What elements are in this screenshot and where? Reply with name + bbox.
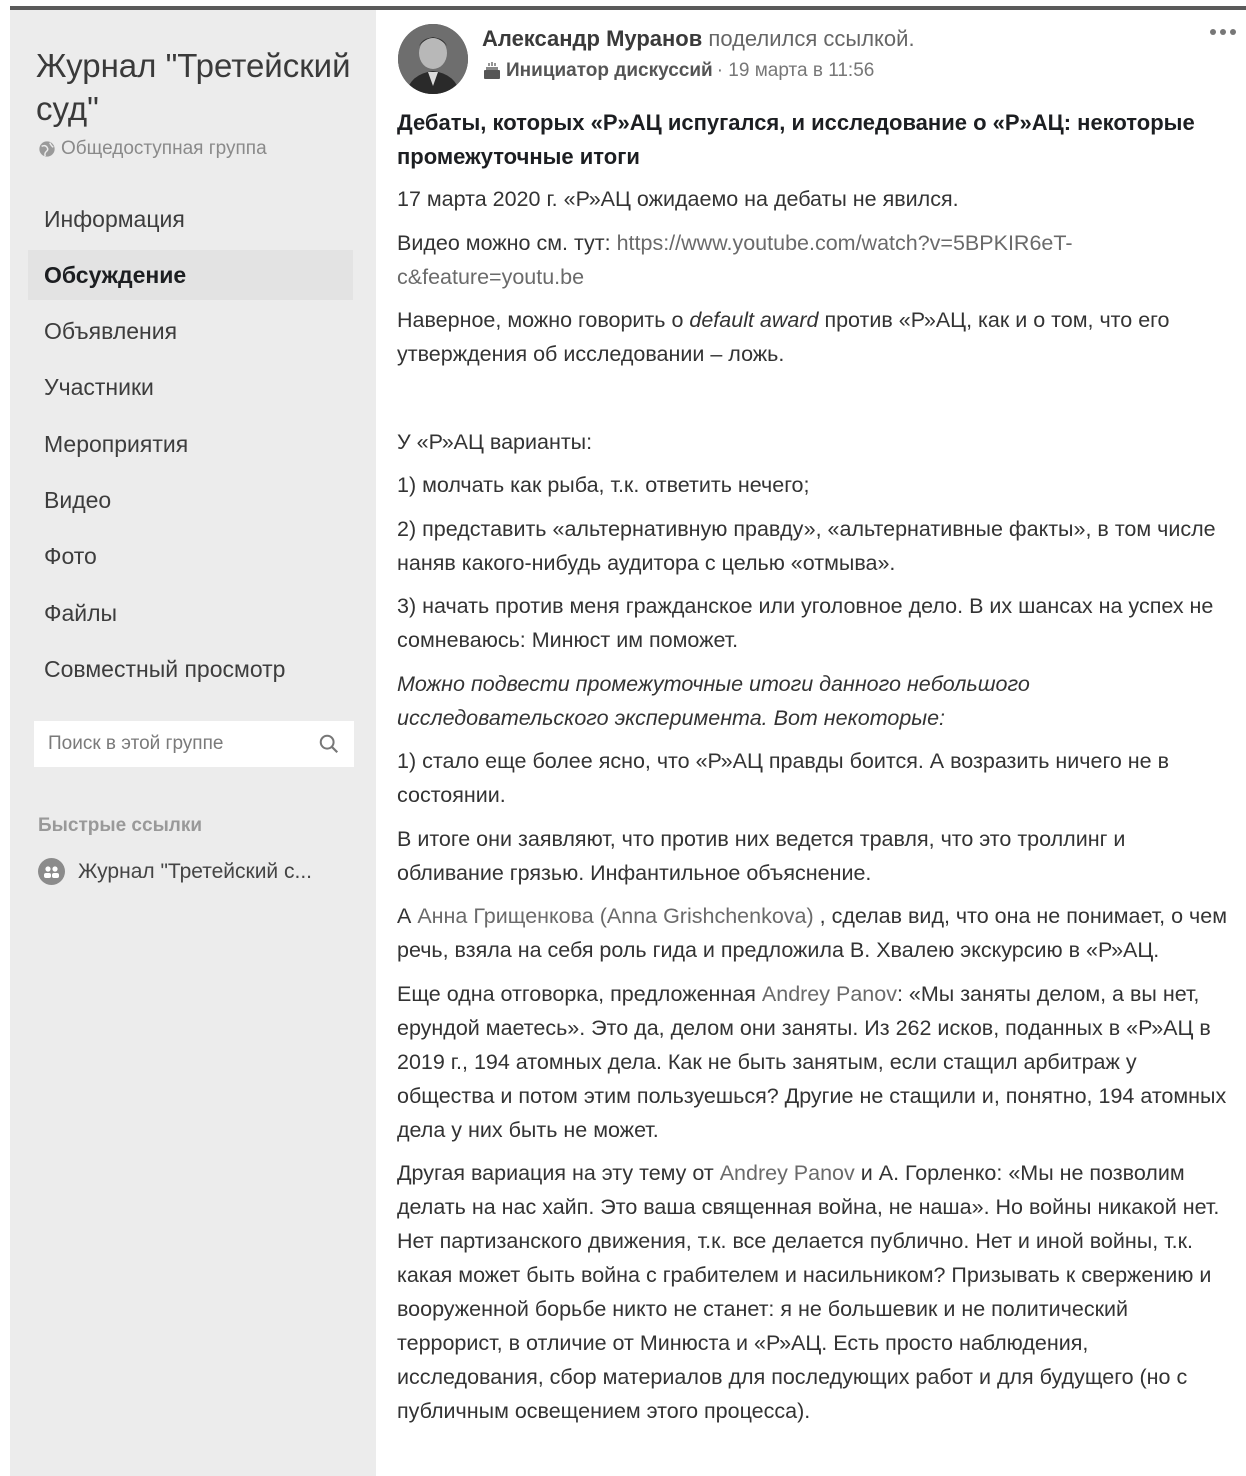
text: Еще одна отговорка, предложенная: [397, 981, 762, 1006]
mention-link[interactable]: Andrey Panov: [762, 982, 897, 1006]
text: Видео можно см. тут:: [397, 230, 617, 255]
paragraph: 1) стало еще более ясно, что «Р»АЦ правд…: [397, 749, 1169, 807]
mention-link[interactable]: Анна Грищенкова (Anna Grishchenkova): [417, 904, 813, 928]
paragraph: У «Р»АЦ варианты:: [397, 429, 593, 454]
paragraph: 1) молчать как рыба, т.к. ответить нечег…: [397, 473, 810, 497]
top-border: [0, 0, 1246, 10]
quick-link-label: Журнал "Третейский с...: [78, 859, 313, 883]
nav-item-events[interactable]: Мероприятия: [28, 419, 353, 469]
text: Наверное, можно говорить о: [397, 308, 690, 332]
nav-item-members[interactable]: Участники: [28, 363, 353, 413]
group-icon: [38, 858, 65, 885]
privacy-label: Общедоступная группа: [61, 138, 267, 159]
paragraph: 17 марта 2020 г. «Р»АЦ ожидаемо на дебат…: [397, 187, 959, 211]
post-timestamp[interactable]: · 19 марта в 11:56: [717, 60, 875, 82]
group-nav: Информация Обсуждение Объявления Участни…: [28, 194, 353, 701]
nav-item-discussion[interactable]: Обсуждение: [28, 250, 353, 301]
italic-text: default award: [689, 308, 819, 332]
more-options-icon[interactable]: [1206, 26, 1240, 38]
paragraph: Наверное, можно говорить о default award…: [397, 303, 1237, 371]
paragraph: 2) представить «альтернативную правду», …: [397, 516, 1216, 575]
author-name[interactable]: Александр Муранов: [482, 26, 702, 51]
search-input[interactable]: [46, 732, 310, 756]
quick-link-group[interactable]: Журнал "Третейский с...: [38, 858, 312, 885]
globe-icon: [39, 141, 55, 157]
paragraph-italic: Можно подвести промежуточные итоги данно…: [397, 671, 1030, 730]
nav-item-announcements[interactable]: Объявления: [28, 307, 353, 357]
search-icon[interactable]: [318, 733, 340, 755]
paragraph-video: Видео можно см. тут: https://www.youtube…: [397, 226, 1237, 294]
paragraph: А Анна Грищенкова (Anna Grishchenkova) ,…: [397, 899, 1237, 967]
paragraph: 3) начать против меня гражданское или уг…: [397, 594, 1214, 652]
conversation-starter-icon: [484, 62, 500, 79]
avatar[interactable]: [398, 24, 468, 94]
member-badge[interactable]: Инициатор дискуссий: [506, 60, 713, 82]
nav-item-files[interactable]: Файлы: [28, 588, 353, 638]
quick-links-title: Быстрые ссылки: [38, 815, 203, 836]
group-title[interactable]: Журнал "Третейский суд": [36, 44, 356, 130]
nav-item-watch-party[interactable]: Совместный просмотр: [28, 644, 353, 694]
paragraph: В итоге они заявляют, что против них вед…: [397, 826, 1126, 885]
text: и А. Горленко: «Мы не позволим делать на…: [397, 1161, 1220, 1423]
group-privacy: Общедоступная группа: [38, 138, 267, 160]
text: Другая вариация на эту тему от: [397, 1161, 720, 1185]
post: Александр Муранов поделился ссылкой. Ини…: [376, 10, 1246, 1476]
post-body: 17 марта 2020 г. «Р»АЦ ожидаемо на дебат…: [397, 182, 1237, 1438]
paragraph: Еще одна отговорка, предложенная Andrey …: [397, 977, 1237, 1147]
post-action: поделился ссылкой.: [708, 26, 915, 51]
group-sidebar: Журнал "Третейский суд" Общедоступная гр…: [10, 10, 376, 1476]
mention-link[interactable]: Andrey Panov: [720, 1161, 855, 1185]
nav-item-videos[interactable]: Видео: [28, 475, 353, 525]
post-header: Александр Муранов поделился ссылкой.: [482, 26, 915, 52]
nav-item-info[interactable]: Информация: [28, 194, 353, 244]
group-search: [34, 721, 354, 767]
text: А: [397, 904, 418, 928]
post-meta: Инициатор дискуссий · 19 марта в 11:56: [482, 60, 874, 82]
nav-item-photos[interactable]: Фото: [28, 532, 353, 582]
post-title: Дебаты, которых «Р»АЦ испугался, и иссле…: [397, 110, 1195, 169]
paragraph: Другая вариация на эту тему от Andrey Pa…: [397, 1156, 1237, 1428]
